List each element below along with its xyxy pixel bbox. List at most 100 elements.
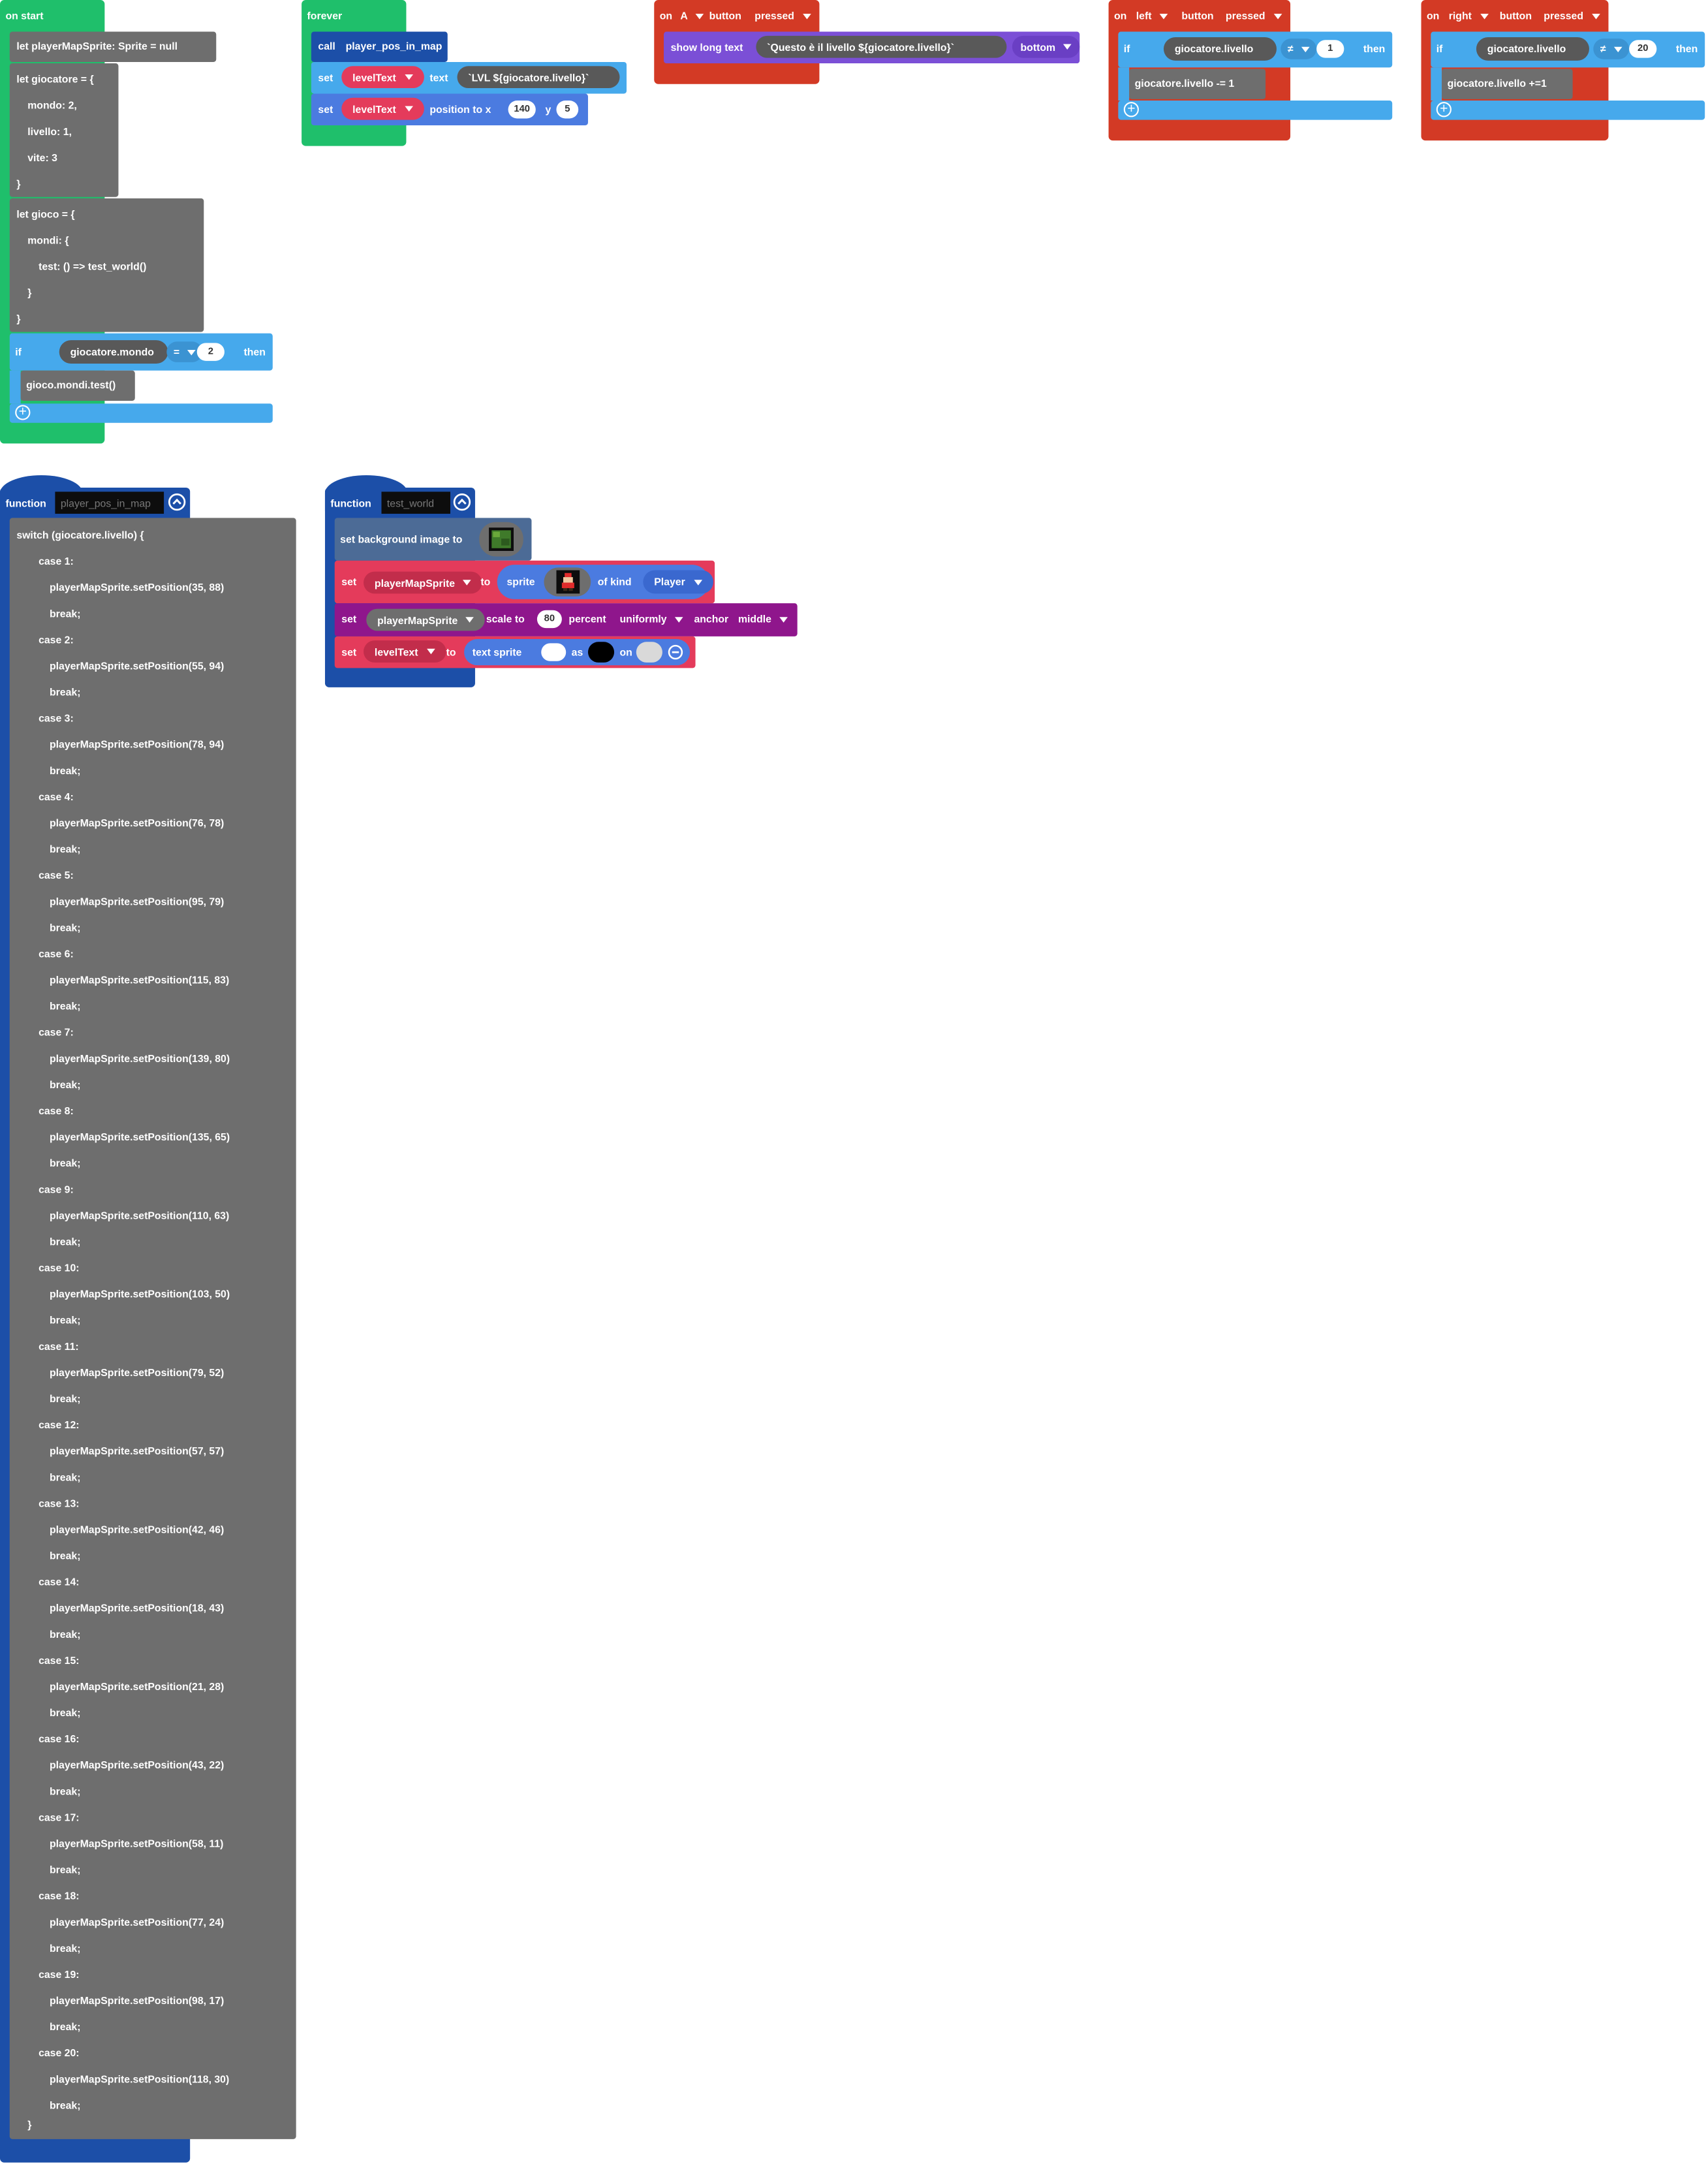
code-line: break; <box>49 999 81 1012</box>
call-player-pos-block[interactable]: call player_pos_in_map <box>311 31 448 62</box>
collapse-icon[interactable] <box>168 493 186 511</box>
add-branch-icon[interactable]: + <box>1123 102 1139 118</box>
button-keyword: button <box>1499 9 1532 22</box>
code-line: break; <box>49 1157 81 1170</box>
add-branch-icon[interactable]: + <box>1436 102 1452 118</box>
button-left-dropdown[interactable]: left <box>1136 11 1168 22</box>
code-line: playerMapSprite.setPosition(42, 46) <box>49 1523 225 1536</box>
mondo-value-input[interactable]: 2 <box>196 343 225 361</box>
pressed-event-dropdown[interactable]: pressed <box>1544 11 1600 22</box>
giocatore-livello-reporter[interactable]: giocatore.livello <box>1163 37 1277 61</box>
set-sprite-block[interactable]: set playerMapSprite to sprite of kind Pl… <box>334 560 715 604</box>
position-x-input[interactable]: 140 <box>508 101 536 119</box>
giocatore-mondo-reporter[interactable]: giocatore.mondo <box>59 340 168 364</box>
switch-livello-statement[interactable]: switch (giocatore.livello) { case 1: play… <box>9 518 296 2139</box>
set-scale-block[interactable]: set playerMapSprite scale to 80 percent … <box>334 603 798 636</box>
show-long-text-block[interactable]: show long text `Questo è il livello ${gi… <box>664 31 1081 64</box>
leveltext-variable-dropdown[interactable]: levelText <box>341 97 424 120</box>
gioco-mondi-test-statement[interactable]: gioco.mondi.test() <box>20 370 135 401</box>
leveltext-template-input[interactable]: `LVL ${giocatore.livello}` <box>457 66 620 89</box>
let-gioco-statement[interactable]: let gioco = { mondi: { test: () => test_… <box>9 198 204 332</box>
code-line: giocatore.livello +=1 <box>1447 77 1547 90</box>
code-line: case 12: <box>39 1419 80 1432</box>
scale-value-input[interactable]: 80 <box>536 610 562 629</box>
then-keyword: then <box>1675 42 1698 55</box>
create-sprite-reporter[interactable]: sprite of kind Player <box>497 565 713 599</box>
position-label: position to x <box>429 103 491 116</box>
button-a-dropdown[interactable]: A <box>680 11 704 22</box>
set-text-sprite-block[interactable]: set levelText to text sprite as on <box>334 636 696 668</box>
position-y-input[interactable]: 5 <box>556 101 579 119</box>
let-giocatore-statement[interactable]: let giocatore = { mondo: 2, livello: 1, … <box>9 63 119 197</box>
code-line: mondo: 2, <box>27 99 77 112</box>
set-leveltext-position-block[interactable]: set levelText position to x 140 y 5 <box>311 93 588 126</box>
code-line: case 20: <box>39 2046 80 2060</box>
background-color-picker[interactable] <box>636 642 662 663</box>
anchor-dropdown[interactable]: middle <box>738 614 788 625</box>
scale-mode-dropdown[interactable]: uniformly <box>619 614 683 625</box>
code-line: break; <box>49 764 81 777</box>
text-sprite-string-input[interactable] <box>541 643 567 661</box>
player-sprite-thumbnail-icon <box>556 570 580 594</box>
sprite-kind-dropdown[interactable]: Player <box>643 570 713 594</box>
if-keyword: if <box>15 345 22 358</box>
sprite-variable-dropdown[interactable]: playerMapSprite <box>366 608 486 631</box>
code-line: playerMapSprite.setPosition(110, 63) <box>49 1209 230 1222</box>
compare-operator-dropdown[interactable]: ≠ <box>1593 39 1630 59</box>
text-sprite-keyword: text sprite <box>472 646 522 659</box>
pressed-event-dropdown[interactable]: pressed <box>1226 11 1282 22</box>
code-line: case 8: <box>39 1105 74 1118</box>
text-color-picker[interactable] <box>587 642 615 663</box>
button-keyword: button <box>1181 9 1214 22</box>
set-leveltext-text-block[interactable]: set levelText text `LVL ${giocatore.live… <box>311 61 627 94</box>
sprite-variable-dropdown[interactable]: playerMapSprite <box>364 571 483 594</box>
code-line: livello: 1, <box>27 125 72 138</box>
to-keyword: to <box>446 646 456 659</box>
livello-value-input[interactable]: 1 <box>1316 40 1344 58</box>
code-line: playerMapSprite.setPosition(43, 22) <box>49 1759 225 1772</box>
then-keyword: then <box>243 345 266 358</box>
collapse-icon[interactable] <box>453 493 471 511</box>
livello-decrement-statement[interactable]: giocatore.livello -= 1 <box>1129 69 1266 99</box>
text-property-label: text <box>429 71 448 84</box>
button-right-dropdown[interactable]: right <box>1449 11 1488 22</box>
leveltext-variable-dropdown[interactable]: levelText <box>341 66 424 89</box>
code-line: playerMapSprite.setPosition(139, 80) <box>49 1052 230 1065</box>
to-keyword: to <box>480 575 491 588</box>
code-line: case 10: <box>39 1261 80 1274</box>
long-text-template-input[interactable]: `Questo è il livello ${giocatore.livello… <box>756 35 1007 58</box>
code-line: playerMapSprite.setPosition(103, 50) <box>49 1287 230 1300</box>
text-sprite-reporter[interactable]: text sprite as on <box>464 639 691 666</box>
code-line: case 14: <box>39 1575 80 1588</box>
code-line: case 11: <box>39 1340 79 1353</box>
remove-parameter-icon[interactable] <box>668 644 683 660</box>
set-background-image-block[interactable]: set background image to <box>334 518 532 561</box>
pressed-event-dropdown[interactable]: pressed <box>754 11 811 22</box>
text-position-dropdown[interactable]: bottom <box>1012 35 1081 58</box>
call-function-name: player_pos_in_map <box>345 40 443 53</box>
add-branch-icon[interactable]: + <box>15 405 31 420</box>
code-line: case 15: <box>39 1654 80 1667</box>
leveltext-variable-dropdown[interactable]: levelText <box>364 640 446 663</box>
on-start-label: on start <box>5 9 44 22</box>
code-line: gioco.mondi.test() <box>26 379 116 392</box>
function-name-field[interactable]: player_pos_in_map <box>55 492 164 514</box>
compare-operator-dropdown[interactable]: ≠ <box>1281 39 1317 59</box>
if-keyword: if <box>1123 42 1130 55</box>
code-line: } <box>27 2118 32 2131</box>
code-line: break; <box>49 1313 81 1326</box>
code-line: playerMapSprite.setPosition(78, 94) <box>49 738 225 751</box>
code-line: playerMapSprite.setPosition(76, 78) <box>49 817 225 830</box>
code-line: break; <box>49 607 81 620</box>
set-keyword: set <box>341 646 357 659</box>
on-keyword: on <box>1113 9 1127 22</box>
livello-increment-statement[interactable]: giocatore.livello +=1 <box>1442 69 1573 99</box>
livello-value-input[interactable]: 20 <box>1629 40 1657 58</box>
let-sprite-statement[interactable]: let playerMapSprite: Sprite = null <box>9 31 217 62</box>
code-line: break; <box>49 1706 81 1719</box>
code-line: break; <box>49 1628 81 1641</box>
giocatore-livello-reporter[interactable]: giocatore.livello <box>1476 37 1589 61</box>
function-name-field[interactable]: test_world <box>381 492 450 514</box>
code-line: playerMapSprite.setPosition(95, 79) <box>49 895 225 908</box>
sprite-keyword: sprite <box>506 575 535 588</box>
